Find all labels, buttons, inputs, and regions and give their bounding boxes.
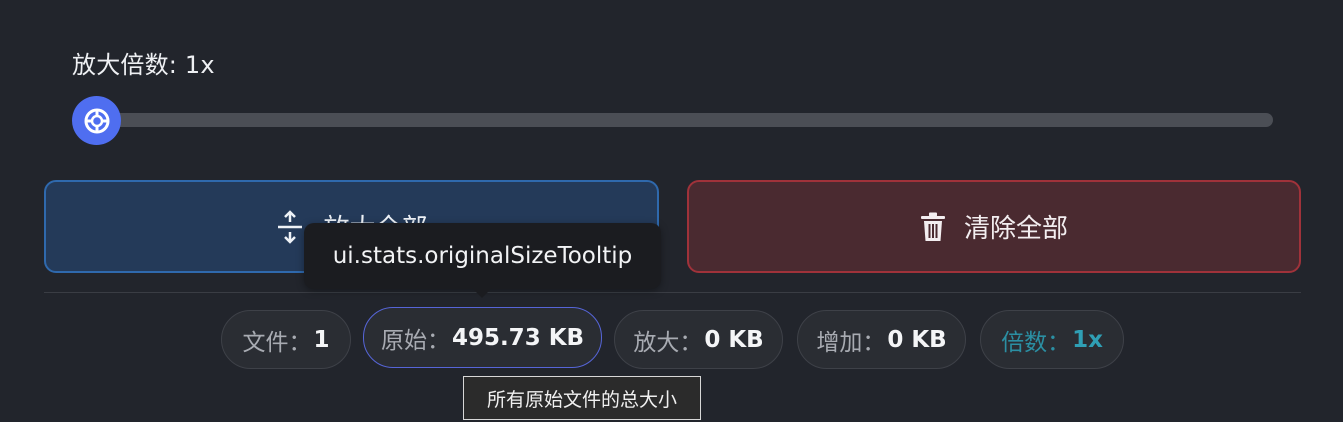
scale-slider-track[interactable] [96, 113, 1273, 127]
lifebuoy-icon [84, 108, 109, 133]
stat-increase-label: 增加： [816, 329, 886, 356]
stat-enlarged-label: 放大： [633, 329, 703, 356]
stat-increase-badge: 增加： 0 KB [797, 310, 966, 369]
divider [44, 292, 1301, 293]
stat-files-value: 1 [313, 326, 330, 353]
stat-increase-value: 0 KB [887, 326, 947, 353]
stat-original-label: 原始： [380, 327, 450, 354]
stat-files-badge: 文件： 1 [221, 310, 351, 369]
stat-enlarged-value: 0 KB [704, 326, 764, 353]
clear-all-button[interactable]: 清除全部 [687, 180, 1301, 273]
stat-ratio-label: 倍数： [1001, 329, 1071, 356]
upscale-panel: 放大倍数: 1x 放大全部 清除全部 [0, 0, 1343, 422]
stat-ratio-badge: 倍数： 1x [980, 310, 1124, 369]
stat-original-badge[interactable]: 原始： 495.73 KB [363, 307, 602, 368]
expand-vertical-icon [278, 209, 303, 244]
stat-files-label: 文件： [242, 329, 312, 356]
trash-icon [920, 212, 945, 241]
clear-all-label: 清除全部 [963, 214, 1068, 244]
original-size-native-tooltip: 所有原始文件的总大小 [463, 376, 701, 420]
scale-factor-label: 放大倍数: 1x [72, 51, 215, 79]
stat-ratio-value: 1x [1072, 326, 1103, 353]
stat-enlarged-badge: 放大： 0 KB [614, 310, 783, 369]
original-size-tooltip: ui.stats.originalSizeTooltip [304, 223, 661, 298]
stat-original-value: 495.73 KB [451, 324, 585, 351]
scale-slider-thumb[interactable] [72, 96, 121, 145]
